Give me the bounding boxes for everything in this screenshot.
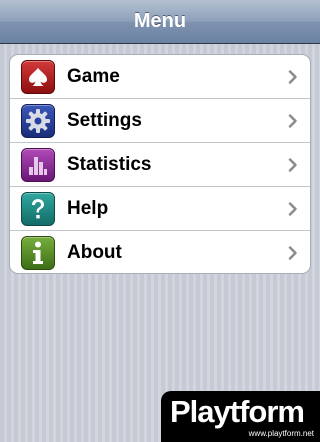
chevron-right-icon: [288, 201, 297, 216]
info-icon: [21, 236, 55, 270]
chevron-right-icon: [288, 246, 297, 260]
menu-item-statistics[interactable]: Statistics: [10, 143, 310, 187]
gear-icon: [21, 103, 55, 138]
menu-item-label: About: [67, 242, 122, 263]
menu-item-game[interactable]: Game: [10, 55, 310, 99]
bar-chart-icon: [21, 147, 55, 182]
chevron-right-icon: [288, 69, 297, 84]
watermark-url: www.playtform.net: [248, 429, 314, 438]
watermark: Playtform www.playtform.net: [161, 391, 320, 442]
spade-icon: [21, 59, 55, 94]
menu-item-label: Help: [67, 197, 109, 219]
menu-item-label: Game: [67, 65, 120, 87]
watermark-logo: Playtform: [170, 394, 305, 429]
navigation-bar: Menu: [0, 0, 320, 44]
menu-item-settings[interactable]: Settings: [10, 99, 310, 143]
chevron-right-icon: [288, 157, 297, 172]
menu-item-about[interactable]: About: [10, 231, 310, 273]
menu-item-help[interactable]: Help: [10, 187, 310, 231]
menu-item-label: Settings: [67, 109, 142, 131]
menu-list: Game Settings Statistics Help About: [9, 54, 311, 274]
question-mark-icon: [21, 191, 55, 226]
page-title: Menu: [133, 10, 187, 32]
chevron-right-icon: [288, 113, 297, 128]
menu-item-label: Statistics: [67, 153, 152, 175]
